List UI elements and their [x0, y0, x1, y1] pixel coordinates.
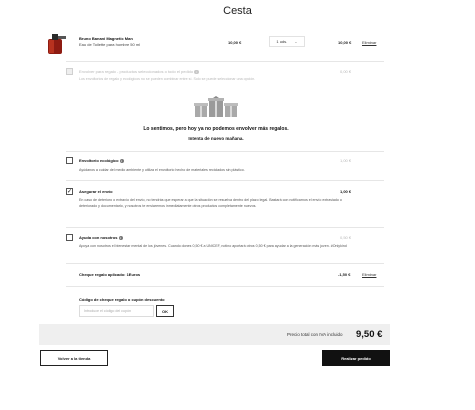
donation-price: 0,50 € [340, 235, 352, 240]
donation-description: Apoya con nosotros el bienestar mental d… [79, 244, 347, 248]
remove-product-link[interactable]: Eliminar [362, 40, 376, 45]
line-total: 10,00 € [338, 40, 352, 45]
donation-title: Ayuda con nosotros i [79, 235, 124, 241]
place-order-button[interactable]: Realizar pedido [322, 350, 390, 366]
page-title: Cesta [223, 5, 252, 17]
divider [66, 180, 384, 181]
divider [66, 227, 384, 228]
chevron-down-icon: ⌄ [294, 39, 298, 44]
donation-checkbox[interactable] [66, 234, 73, 241]
eco-wrap-price: 1,00 € [340, 158, 352, 163]
info-icon[interactable]: i [118, 235, 124, 241]
insurance-checkbox[interactable]: ✓ [66, 188, 73, 195]
gift-boxes-icon [194, 96, 238, 117]
quantity-select[interactable]: 1 uds. ⌄ [269, 36, 305, 47]
back-to-shop-button[interactable]: Volver a la tienda [40, 350, 108, 366]
info-icon[interactable]: i [119, 158, 125, 164]
info-icon[interactable]: i [194, 69, 199, 75]
voucher-code-label: Código de cheque regalo o cupón descuent… [79, 297, 165, 302]
unit-price: 10,00 € [228, 40, 242, 45]
no-gift-wrap-message: Lo sentimos, pero hoy ya no podemos envo… [143, 126, 289, 132]
total-price-label: Precio total con IVA incluido [287, 332, 343, 337]
gift-wrap-checkbox[interactable] [66, 68, 73, 75]
product-subtitle: Eau de Toilette para hombre 50 ml [79, 42, 141, 47]
divider [66, 286, 384, 287]
divider [66, 61, 384, 62]
applied-voucher-amount: -1,50 € [338, 272, 351, 277]
insurance-description: En caso de deterioro o extravío del enví… [79, 198, 342, 208]
quantity-value: 1 uds. [276, 39, 288, 44]
remove-voucher-link[interactable]: Eliminar [362, 272, 376, 277]
apply-code-button[interactable]: OK [156, 305, 174, 317]
applied-voucher-label: Cheque regalo aplicado: 1Euros [79, 272, 141, 277]
insurance-title: Asegurar el envío [79, 189, 113, 194]
total-price-value: 9,50 € [356, 329, 383, 340]
divider [66, 151, 384, 152]
check-icon: ✓ [66, 188, 73, 195]
gift-wrap-description: Los envoltorios de regalo y ecológicos n… [79, 77, 256, 81]
no-gift-wrap-hint: Intenta de nuevo mañana. [188, 136, 244, 141]
product-name[interactable]: Bruno Banani Magnetic Man [79, 36, 133, 41]
eco-wrap-description: Ayúdanos a cuidar del medio ambiente y u… [79, 168, 245, 172]
insurance-price: 1,00 € [340, 189, 352, 194]
gift-wrap-label: Envolver para regalo - productos selecci… [79, 69, 199, 75]
product-image[interactable] [46, 31, 68, 55]
eco-wrap-title: Envoltorio ecológico i [79, 158, 125, 164]
divider [66, 263, 384, 264]
voucher-code-input[interactable]: Introduce el código del cupón [79, 305, 154, 317]
gift-wrap-price: 0,00 € [340, 69, 352, 74]
eco-wrap-checkbox[interactable] [66, 157, 73, 164]
